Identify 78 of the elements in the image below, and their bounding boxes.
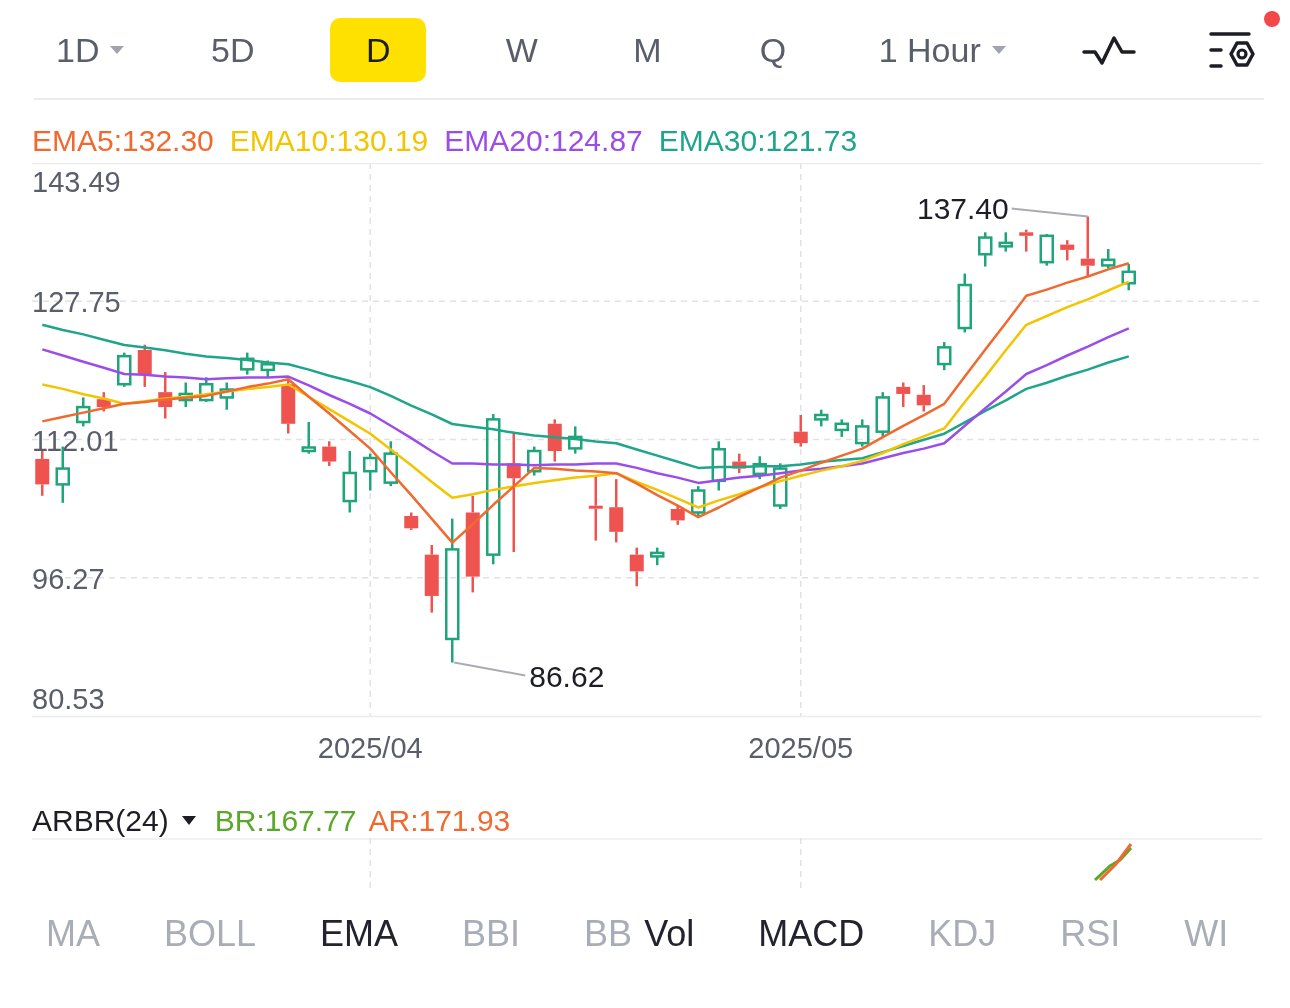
candlestick bbox=[1121, 263, 1136, 291]
candlestick bbox=[670, 505, 685, 525]
candlestick bbox=[998, 232, 1013, 252]
indicator-name[interactable]: ARBR(24) bbox=[32, 803, 169, 838]
candlestick bbox=[383, 441, 398, 487]
candlestick bbox=[547, 419, 562, 462]
price-label: 86.62 bbox=[529, 659, 605, 693]
candlestick bbox=[896, 382, 911, 408]
candlestick bbox=[322, 441, 337, 466]
ema-legend-label: EMA10:130.19 bbox=[229, 123, 429, 158]
candlestick bbox=[793, 415, 808, 447]
candlestick bbox=[814, 409, 829, 427]
timeframe-tab[interactable]: 5D bbox=[201, 20, 265, 80]
price-label: 96.27 bbox=[32, 562, 105, 595]
ema-legend-label: EMA5:132.30 bbox=[32, 123, 214, 158]
indicator-tab[interactable]: MACD bbox=[758, 913, 865, 955]
date-label: 2025/05 bbox=[748, 732, 854, 764]
candlestick bbox=[527, 446, 542, 476]
candlestick bbox=[199, 377, 214, 402]
candlestick bbox=[732, 453, 747, 473]
candlestick bbox=[342, 451, 357, 513]
price-label: 137.40 bbox=[917, 192, 1009, 226]
timeframe-tab[interactable]: 1 Hour bbox=[868, 20, 1017, 80]
candlestick bbox=[1039, 234, 1054, 266]
candlestick bbox=[35, 451, 50, 496]
candlestick bbox=[1101, 249, 1116, 269]
price-label: 143.49 bbox=[32, 166, 121, 198]
candlestick bbox=[855, 419, 870, 447]
ema-legend-label: EMA20:124.87 bbox=[444, 123, 643, 158]
candlestick bbox=[568, 426, 583, 454]
timeframe-tab[interactable]: D bbox=[330, 18, 427, 82]
candlestick bbox=[281, 379, 296, 434]
candlestick bbox=[1019, 229, 1034, 252]
candlestick bbox=[773, 463, 788, 509]
price-label: 80.53 bbox=[32, 683, 105, 715]
candlestick bbox=[875, 392, 890, 437]
candlestick bbox=[957, 273, 972, 333]
candlestick bbox=[609, 479, 624, 543]
candlestick bbox=[916, 385, 931, 412]
candlestick bbox=[260, 360, 275, 378]
indicator-line-drawing bbox=[1093, 843, 1133, 882]
candlestick bbox=[629, 547, 644, 587]
candlestick bbox=[137, 344, 152, 387]
candlestick bbox=[404, 512, 419, 531]
indicator-value: BR:167.77 bbox=[214, 803, 357, 838]
indicator-value: AR:171.93 bbox=[368, 803, 511, 838]
price-label: 112.01 bbox=[32, 424, 119, 457]
candlestick bbox=[834, 419, 849, 437]
timeframe-tab[interactable]: Q bbox=[743, 20, 804, 80]
candlestick bbox=[752, 456, 767, 480]
candlestick bbox=[158, 371, 173, 419]
indicator-tab[interactable]: Vol bbox=[644, 913, 695, 955]
date-label: 2025/04 bbox=[317, 732, 423, 764]
candlestick bbox=[178, 382, 193, 408]
candlestick bbox=[588, 475, 603, 541]
candlestick bbox=[96, 392, 111, 412]
candlestick bbox=[1060, 240, 1075, 261]
candlestick bbox=[301, 422, 316, 454]
candlestick bbox=[424, 545, 439, 613]
candlestick bbox=[240, 352, 255, 375]
candlestick bbox=[1080, 216, 1095, 278]
timeframe-tab[interactable]: 1D bbox=[46, 20, 136, 80]
candlestick bbox=[117, 352, 132, 387]
indicator-tab[interactable]: EMA bbox=[320, 913, 399, 955]
ema-legend-label: EMA30:121.73 bbox=[658, 123, 858, 158]
caret-icon[interactable] bbox=[180, 815, 197, 826]
candlestick bbox=[650, 547, 665, 566]
candlestick bbox=[219, 382, 234, 410]
candlestick bbox=[76, 397, 91, 427]
candlestick bbox=[363, 453, 378, 491]
line-chart-icon[interactable] bbox=[1082, 33, 1137, 67]
timeframe-tab[interactable]: M bbox=[617, 20, 678, 80]
candlestick bbox=[711, 441, 726, 491]
price-label: 127.75 bbox=[32, 286, 121, 319]
candlestick bbox=[978, 232, 993, 267]
timeframe-tab[interactable]: W bbox=[491, 20, 552, 80]
candlestick bbox=[691, 486, 706, 518]
candlestick bbox=[937, 342, 952, 371]
